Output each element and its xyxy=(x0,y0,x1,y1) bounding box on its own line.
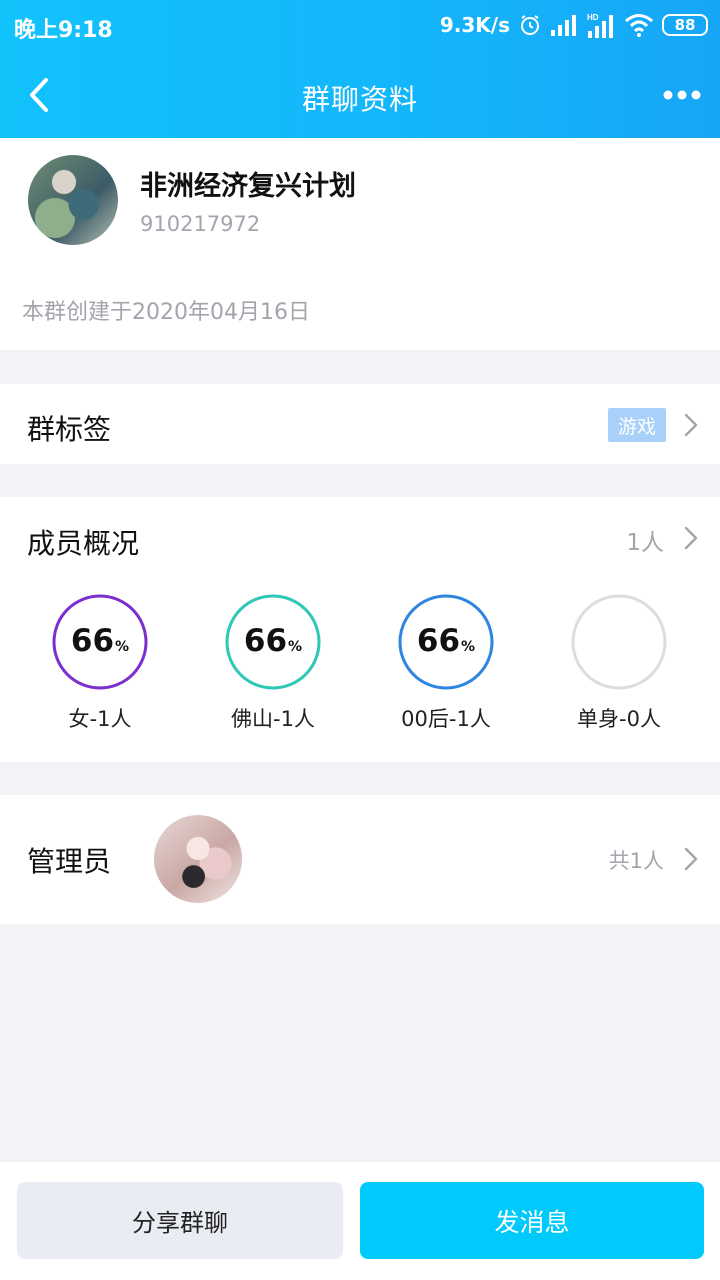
admin-total: 共1人 xyxy=(608,849,664,873)
stat-value xyxy=(549,623,689,659)
chevron-right-icon xyxy=(684,847,698,871)
network-speed: 9.3K/s xyxy=(439,13,510,37)
alarm-icon xyxy=(521,15,539,35)
member-overview-card: 成员概况 1人 66% 女-1人 66% 佛山-1人 66% 00后-1人 单身… xyxy=(0,497,720,762)
battery-level: 88 xyxy=(674,16,696,34)
group-created-date: 本群创建于2020年04月16日 xyxy=(22,300,310,325)
stat-label: 单身-0人 xyxy=(577,707,661,731)
page-title: 群聊资料 xyxy=(301,83,418,116)
svg-text:HD: HD xyxy=(587,13,599,22)
status-icons: 9.3K/s HD 88 xyxy=(440,10,708,40)
group-avatar[interactable] xyxy=(28,155,118,245)
admin-label: 管理员 xyxy=(27,845,112,878)
top-bar: 晚上9:18 9.3K/s HD 88 群聊资料 xyxy=(0,0,720,138)
member-count[interactable]: 1人 xyxy=(626,523,664,557)
chevron-right-icon[interactable] xyxy=(684,526,698,550)
member-stat-single: 单身-0人 xyxy=(549,593,689,733)
bottom-action-bar: 分享群聊 发消息 xyxy=(0,1162,720,1280)
group-tags-row[interactable]: 群标签 游戏 xyxy=(0,384,720,464)
group-tags-label: 群标签 xyxy=(27,413,112,446)
battery-icon: 88 xyxy=(662,14,708,36)
chevron-right-icon xyxy=(684,413,698,437)
nav-bar: 群聊资料 xyxy=(0,52,720,138)
status-time: 晚上9:18 xyxy=(14,18,113,43)
member-stat-age: 66% 00后-1人 xyxy=(376,593,516,733)
wifi-icon xyxy=(625,14,653,37)
signal-icon xyxy=(551,15,576,36)
admin-row[interactable]: 管理员 共1人 xyxy=(0,795,720,924)
stat-value: 66% xyxy=(70,623,130,659)
group-id: 910217972 xyxy=(140,212,261,236)
member-stat-gender: 66% 女-1人 xyxy=(30,593,170,733)
send-message-button[interactable]: 发消息 xyxy=(360,1182,704,1259)
member-overview-label: 成员概况 xyxy=(27,527,140,560)
stat-label: 00后-1人 xyxy=(401,707,491,731)
group-name: 非洲经济复兴计划 xyxy=(140,171,356,202)
stat-value: 66% xyxy=(416,623,476,659)
member-stat-region: 66% 佛山-1人 xyxy=(203,593,343,733)
tag-chip: 游戏 xyxy=(608,408,666,442)
stat-value: 66% xyxy=(243,623,303,659)
status-bar: 晚上9:18 9.3K/s HD 88 xyxy=(0,0,720,52)
more-dots-icon[interactable] xyxy=(662,80,702,110)
share-group-button[interactable]: 分享群聊 xyxy=(17,1182,343,1259)
hd-signal-icon: HD xyxy=(587,13,613,38)
group-info-card: 非洲经济复兴计划 910217972 本群创建于2020年04月16日 xyxy=(0,138,720,350)
stat-label: 女-1人 xyxy=(68,707,132,731)
stat-label: 佛山-1人 xyxy=(231,707,315,731)
admin-avatar[interactable] xyxy=(154,815,242,903)
